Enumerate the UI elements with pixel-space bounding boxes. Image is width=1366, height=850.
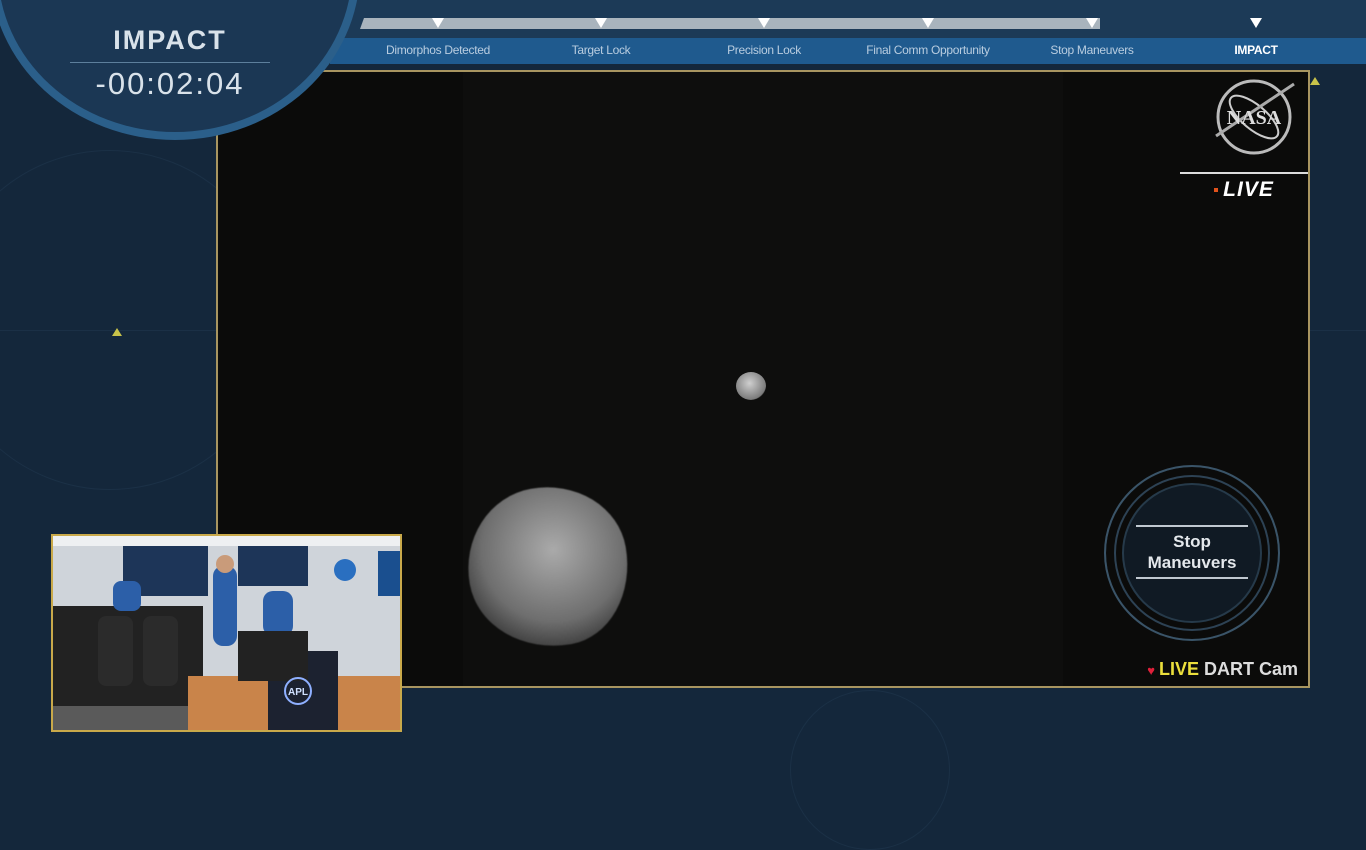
milestone-label: Dimorphos Detected [386,43,490,57]
current-phase-indicator: Stop Maneuvers [1104,465,1280,641]
svg-text:NASA: NASA [1227,107,1282,129]
countdown-time: -00:02:04 [95,66,245,101]
milestone-marker-icon [758,18,770,28]
background-line [1310,330,1366,331]
marker-icon [1310,77,1320,85]
timeline-progress-track [360,18,1100,29]
milestone-label: Target Lock [571,43,631,57]
control-room-scene: APL [53,536,400,730]
countdown-title: IMPACT [113,25,227,55]
milestone-label: Stop Maneuvers [1050,43,1134,57]
current-phase-label: Stop Maneuvers [1136,525,1248,579]
camera-label: ♥ LIVE DART Cam [1147,659,1298,680]
milestone-marker-icon [1086,18,1098,28]
live-badge: LIVE [1180,172,1308,202]
milestone-marker-icon [922,18,934,28]
live-dot-icon [1214,188,1219,193]
background-line [0,330,216,331]
marker-icon [112,328,122,336]
mission-control-inset-video: APL [51,534,402,732]
nasa-logo: NASA [1215,79,1295,155]
milestone-marker-icon [595,18,607,28]
milestone-label: Final Comm Opportunity [866,43,990,57]
countdown-divider [70,62,270,63]
svg-text:APL: APL [288,687,308,698]
live-heart-icon: ♥ [1147,663,1155,678]
milestone-marker-icon [432,18,444,28]
cam-name: DART Cam [1203,659,1298,679]
cam-live-text: LIVE [1158,659,1199,679]
live-text: LIVE [1223,178,1274,201]
asteroid-dimorphos [736,372,766,400]
milestone-marker-icon [1250,18,1262,28]
background-ring [790,690,950,850]
milestone-label: IMPACT [1234,43,1278,57]
milestone-label: Precision Lock [727,43,801,57]
